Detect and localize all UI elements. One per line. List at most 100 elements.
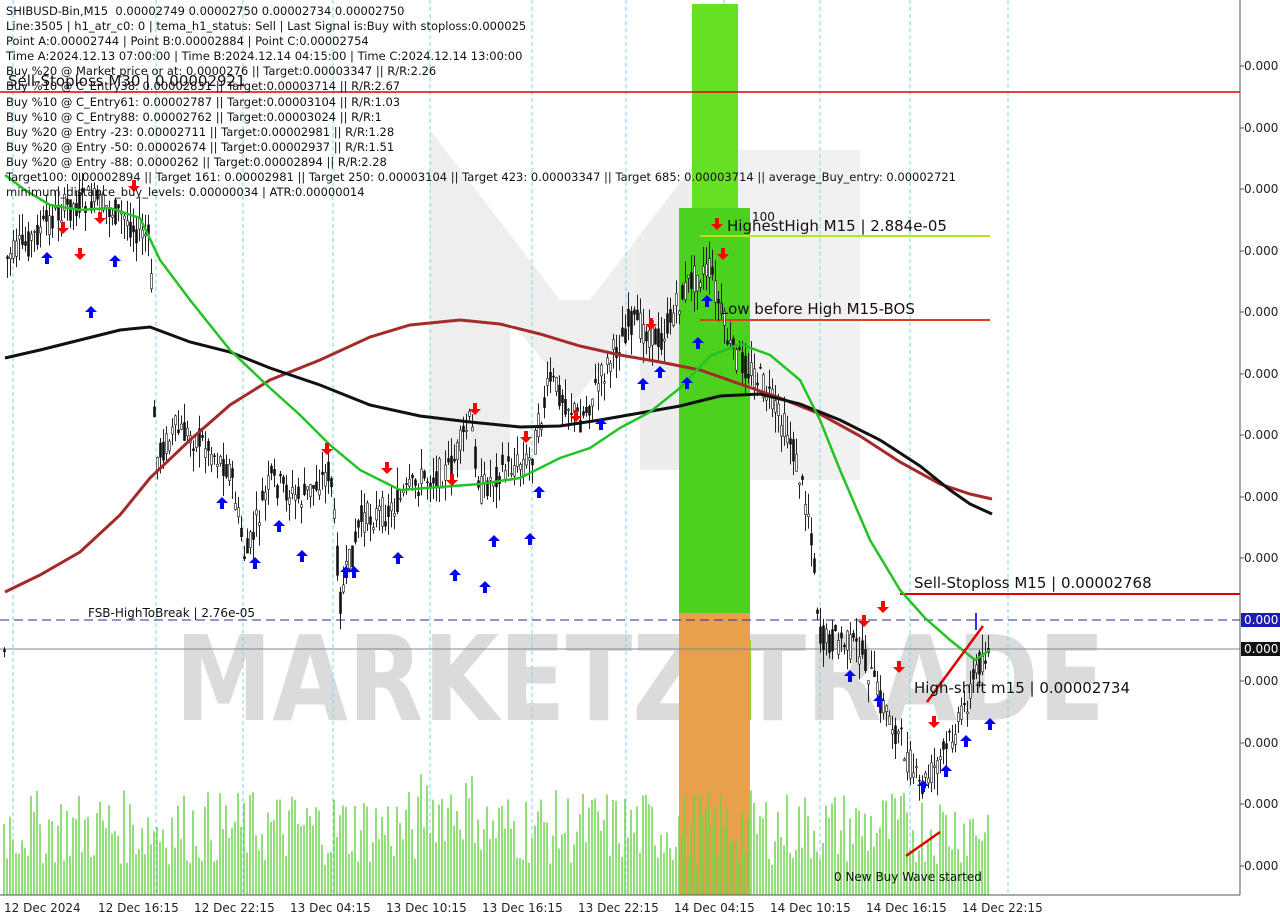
candle-body [915, 766, 918, 769]
candle-body [855, 638, 858, 642]
candle-body [858, 656, 861, 665]
price-axis-label: 0.000 [1244, 490, 1278, 504]
candle-body [381, 497, 384, 527]
candle-body [357, 520, 360, 528]
info-line: Time A:2024.12.13 07:00:00 | Time B:2024… [6, 49, 523, 64]
candle-body [69, 199, 72, 221]
candle-body [144, 233, 147, 237]
candle-body [210, 453, 213, 466]
candle-body [501, 454, 504, 465]
info-line: Buy %10 @ C_Entry61: 0.00002787 || Targe… [6, 94, 401, 109]
price-axis-label: 0.000 [1244, 182, 1278, 196]
candle-body [165, 433, 168, 454]
candle-body [30, 233, 33, 241]
candle-body [564, 399, 567, 415]
candle-body [942, 741, 945, 750]
candle-body [462, 425, 465, 433]
candle-body [48, 215, 51, 235]
candle-body [972, 669, 975, 680]
candle-body [948, 730, 951, 733]
candle-body [183, 422, 186, 441]
candle-body [162, 441, 165, 461]
candle-body [9, 253, 12, 259]
candle-body [933, 765, 936, 768]
candle-body [420, 468, 423, 484]
candle-body [558, 384, 561, 407]
info-line: Point A:0.00002744 | Point B:0.00002884 … [6, 34, 369, 49]
candle-body [489, 477, 492, 481]
candle-body [408, 478, 411, 487]
candle-body [780, 425, 783, 437]
price-axis-label: 0.000 [1244, 305, 1278, 319]
candle-body [648, 330, 651, 348]
price-axis-label: 0.000 [1244, 244, 1278, 258]
candle-body [285, 484, 288, 501]
candle-body [171, 426, 174, 435]
candle-body [693, 265, 696, 293]
candle-body [45, 210, 48, 222]
candle-body [525, 453, 528, 466]
candle-body [804, 504, 807, 515]
time-axis-label: 12 Dec 22:15 [194, 901, 275, 915]
candle-body [237, 507, 240, 518]
candle-body [786, 435, 789, 444]
candle-body [744, 355, 747, 379]
info-line: Target100: 0.00002894 || Target 161: 0.0… [6, 170, 956, 185]
indicator-info-panel: SHIBUSD-Bin,M15 0.00002749 0.00002750 0.… [6, 4, 956, 200]
candle-body [819, 626, 822, 644]
candle-body [306, 486, 309, 491]
candle-body [903, 758, 906, 762]
candle-body [642, 324, 645, 344]
candle-body [447, 458, 450, 463]
candle-body [750, 362, 753, 376]
time-axis-label: 14 Dec 16:15 [866, 901, 947, 915]
candle-body [150, 273, 153, 290]
candle-body [294, 494, 297, 501]
info-line: SHIBUSD-Bin,M15 0.00002749 0.00002750 0.… [6, 4, 405, 18]
info-line: Buy %20 @ Entry -23: 0.00002711 || Targe… [6, 124, 395, 139]
candle-body [519, 464, 522, 470]
candle-body [831, 629, 834, 652]
candle-body [360, 505, 363, 522]
fsb-label: FSB-HighToBreak | 2.76e-05 [88, 606, 255, 620]
candle-body [795, 453, 798, 472]
candle-body [687, 274, 690, 279]
candle-body [174, 415, 177, 426]
candle-body [51, 215, 54, 229]
candle-body [909, 749, 912, 779]
candle-body [378, 505, 381, 511]
price-axis-label: 0.000 [1244, 797, 1278, 811]
candle-body [321, 471, 324, 475]
candle-body [522, 459, 525, 476]
candle-body [702, 266, 705, 275]
candle-body [309, 484, 312, 498]
candle-body [159, 442, 162, 458]
candle-body [12, 240, 15, 259]
candle-body [951, 741, 954, 749]
candle-body [348, 548, 351, 569]
candle-body [840, 632, 843, 639]
candle-body [339, 591, 342, 614]
candle-body [711, 266, 714, 275]
candle-body [681, 285, 684, 300]
candle-body [21, 234, 24, 246]
candle-body [366, 502, 369, 525]
candle-body [318, 489, 321, 496]
candle-body [465, 430, 468, 432]
candle-body [699, 282, 702, 288]
candle-body [675, 293, 678, 306]
candle-body [327, 461, 330, 482]
candle-body [984, 660, 987, 664]
candle-body [132, 225, 135, 233]
candle-body [192, 448, 195, 451]
candle-body [195, 435, 198, 448]
candle-body [234, 503, 237, 510]
candle-body [39, 226, 42, 234]
candle-body [660, 333, 663, 350]
candle-body [939, 756, 942, 761]
candle-body [453, 458, 456, 462]
candle-body [435, 471, 438, 487]
time-axis-label: 13 Dec 22:15 [578, 901, 659, 915]
candle-body [834, 624, 837, 632]
candle-body [846, 630, 849, 651]
